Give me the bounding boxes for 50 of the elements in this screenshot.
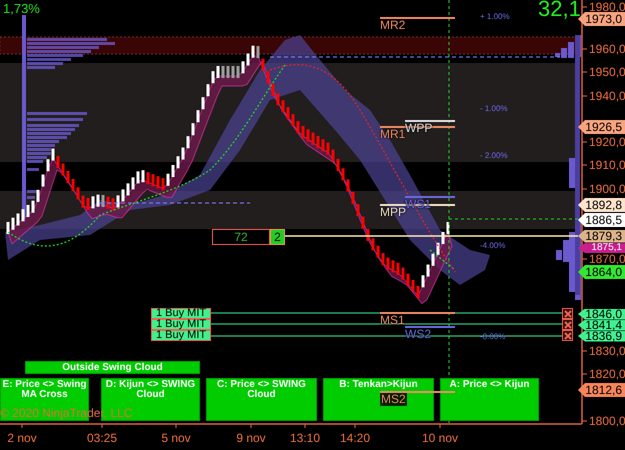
price-marker: 1846,0 [578, 308, 625, 320]
close-order-button[interactable] [562, 330, 573, 341]
price-tick-label: 1920,0 [589, 136, 625, 148]
signal-panel: Outside Swing Cloud [25, 361, 200, 374]
pivot-label: MR2 [380, 19, 406, 32]
time-tick-label: 9 nov [236, 431, 266, 445]
price-marker: 1879,3 [578, 230, 625, 242]
close-order-button[interactable] [562, 308, 573, 319]
price-marker: 1812,6 [578, 383, 625, 397]
price-marker: 1875,1 [578, 243, 625, 253]
percent-label: -4.00% [480, 241, 506, 251]
time-tick-label: 13:10 [290, 431, 320, 445]
price-marker: 1864,0 [578, 265, 625, 279]
time-tick-label: 03:25 [86, 431, 118, 445]
header-value: 32,1 [538, 0, 581, 20]
price-tick-label: 1900,0 [589, 183, 625, 195]
price-marker: 1926,5 [578, 120, 625, 134]
price-tick-label: 1870,0 [589, 253, 625, 265]
signal-panel: A: Price <> Kijun [440, 378, 539, 421]
order-label[interactable]: 1 Buy MIT [151, 319, 211, 330]
price-tick-label: 1910,0 [589, 159, 625, 171]
time-tick-label: 10 nov [422, 431, 458, 445]
price-marker: 1886,5 [578, 213, 625, 227]
pivot-label: MR1 [380, 128, 406, 141]
pivot-label: MPP [380, 206, 406, 219]
order-label[interactable]: 1 Buy MIT [151, 330, 211, 341]
percent-label: - 2.00% [480, 151, 508, 161]
price-tick-label: 1820,0 [589, 368, 625, 380]
percent-label: - 1.00% [480, 104, 508, 114]
price-tick-label: 1830,0 [589, 345, 625, 357]
pivot-label: MS2 [380, 393, 407, 406]
order-label[interactable]: 1 Buy MIT [151, 308, 211, 319]
price-marker: 1841,4 [578, 320, 625, 330]
percent-label: + 1.00% [480, 12, 510, 22]
price-tick-label: 1950,0 [589, 66, 625, 78]
price-tick-label: 1800,0 [589, 415, 625, 427]
time-tick-label: 14:20 [340, 431, 370, 445]
pivot-label: MS1 [380, 314, 405, 327]
signal-panel: C: Price <> SWING Cloud [206, 378, 317, 421]
time-tick-label: 5 nov [161, 431, 191, 445]
price-tick-label: 1940,0 [589, 90, 625, 102]
price-tick-label: 1960,0 [589, 43, 625, 55]
close-order-button[interactable] [562, 319, 573, 330]
price-tick-label: 1980,0 [589, 1, 625, 13]
price-marker: 1892,8 [578, 198, 625, 212]
time-tick-label: 2 nov [7, 431, 37, 445]
order-quantity-field[interactable]: 72 [212, 229, 270, 245]
price-marker: 1836,9 [578, 330, 625, 342]
change-percent: 1,73% [3, 1, 40, 16]
order-count-badge: 2 [270, 229, 285, 245]
